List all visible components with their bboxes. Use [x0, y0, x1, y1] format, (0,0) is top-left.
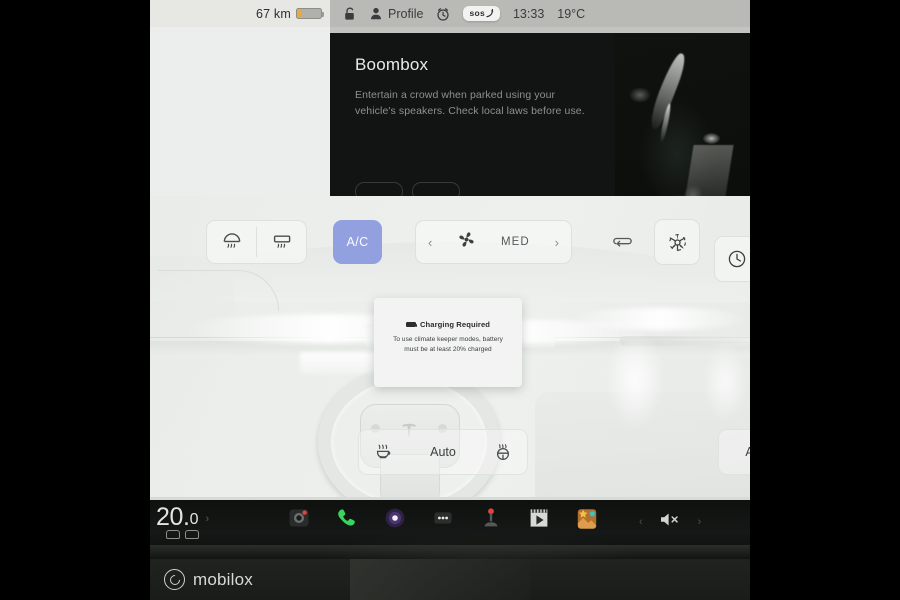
lock-icon[interactable] — [344, 7, 357, 21]
photo-beam — [684, 145, 734, 196]
fan-decrease-button[interactable]: ‹ — [428, 235, 432, 250]
tesla-touchscreen: 67 km Profile sos 13:33 19°C Boombox Ent… — [150, 0, 750, 600]
recirculate-icon[interactable] — [605, 225, 639, 259]
fan-increase-button[interactable]: › — [555, 235, 559, 250]
cabin-temperature-control[interactable]: 20. 0 › — [156, 505, 209, 530]
alarm-clock-icon[interactable] — [436, 7, 450, 21]
seat-icon[interactable] — [166, 530, 199, 539]
front-defroster-icon[interactable] — [207, 221, 256, 263]
rear-defroster-icon[interactable] — [257, 221, 306, 263]
status-bar-items: Profile sos 13:33 19°C — [330, 0, 750, 27]
app-dock — [288, 507, 598, 529]
boombox-photo — [615, 33, 750, 196]
range-indicator[interactable]: 67 km — [150, 0, 330, 27]
seat-heater-icon[interactable] — [359, 431, 407, 473]
climate-controls-row: A/C ‹ MED › — [150, 216, 750, 282]
photo-beam-tip — [703, 133, 720, 144]
auto-right-label: Au — [745, 445, 750, 459]
range-label: 67 km — [255, 6, 291, 21]
toybox-icon[interactable] — [576, 507, 598, 529]
watermark-shade — [350, 559, 530, 600]
door-outline — [158, 270, 279, 311]
boombox-description: Entertain a crowd when parked using your… — [355, 89, 585, 117]
mobilox-logo-icon — [164, 569, 185, 590]
dashcam-icon[interactable] — [288, 507, 310, 529]
boombox-title: Boombox — [355, 55, 429, 74]
temperature-integer: 20. — [156, 503, 190, 531]
boombox-card[interactable]: Boombox Entertain a crowd when parked us… — [330, 33, 750, 196]
battery-low-icon — [296, 8, 325, 19]
defroster-group — [206, 220, 307, 264]
watermark-label: mobilox — [193, 569, 253, 589]
more-icon[interactable] — [432, 507, 454, 529]
auto-climate-button-right[interactable]: Au — [718, 429, 750, 475]
dialog-title: Charging Required — [419, 320, 491, 329]
bioweapon-defense-icon[interactable] — [654, 219, 700, 265]
climate-timer-button[interactable] — [714, 236, 750, 282]
chevron-right-icon[interactable]: › — [205, 513, 209, 525]
left-panel — [150, 27, 330, 196]
charging-required-dialog[interactable]: Charging Required To use climate keeper … — [374, 298, 522, 387]
fan-icon — [457, 230, 476, 254]
clock-icon — [728, 250, 746, 268]
profile-label: Profile — [388, 6, 424, 21]
phone-icon[interactable] — [336, 507, 358, 529]
photo-glow — [629, 87, 651, 103]
boombox-text: Boombox Entertain a crowd when parked us… — [355, 55, 585, 120]
auto-climate-group: Auto — [358, 429, 528, 475]
volume-control: ‹ › — [639, 511, 701, 533]
speaker-muted-icon[interactable] — [659, 511, 682, 533]
ac-toggle-button[interactable]: A/C — [333, 220, 382, 264]
clock-time: 13:33 — [512, 6, 545, 21]
profile-button[interactable]: Profile — [370, 7, 423, 21]
dialog-header: Charging Required — [384, 320, 512, 329]
sos-button[interactable]: sos — [463, 6, 500, 21]
joystick-icon[interactable] — [480, 507, 502, 529]
status-bar: 67 km Profile sos 13:33 19°C — [150, 0, 750, 27]
seat-controls-row: Auto Au — [150, 429, 750, 477]
fan-speed-label: MED — [500, 236, 530, 248]
auto-label[interactable]: Auto — [407, 445, 479, 459]
climate-panel: A/C ‹ MED › Charging Required To use cli… — [150, 196, 750, 497]
screenshot-root: 67 km Profile sos 13:33 19°C Boombox Ent… — [0, 0, 900, 600]
card-zone: Boombox Entertain a crowd when parked us… — [150, 27, 750, 196]
sos-label: sos — [469, 8, 485, 18]
theater-icon[interactable] — [528, 507, 550, 529]
battery-icon — [405, 321, 418, 328]
boombox-actions — [355, 182, 460, 196]
ac-label: A/C — [346, 235, 369, 249]
media-icon[interactable] — [384, 507, 406, 529]
temperature-decimal: 0 — [189, 511, 199, 528]
volume-decrease-button[interactable]: ‹ — [639, 516, 643, 528]
airflow-plume — [690, 322, 750, 442]
volume-increase-button[interactable]: › — [698, 516, 702, 528]
boombox-action-chip[interactable] — [355, 182, 403, 196]
dialog-body: To use climate keeper modes, battery mus… — [393, 336, 503, 354]
steering-wheel-heater-icon[interactable] — [479, 431, 527, 473]
fan-speed-control: ‹ MED › — [415, 220, 572, 264]
boombox-action-chip[interactable] — [412, 182, 460, 196]
outside-temperature: 19°C — [557, 6, 586, 21]
